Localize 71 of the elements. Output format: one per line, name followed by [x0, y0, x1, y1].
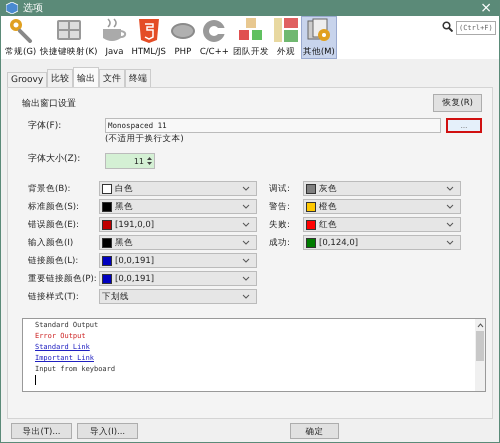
category-button[interactable]: 常规(G) [3, 16, 38, 59]
color-dropdown[interactable]: 黑色 [99, 235, 257, 250]
field-label: 字体(F): [27, 120, 62, 132]
chevron-icon [446, 240, 454, 245]
field-label: 链接样式(T): [27, 290, 80, 302]
chevron-icon [446, 222, 454, 227]
field-label: 背景色(B): [27, 182, 72, 194]
field-label: 重要链接颜色(P): [27, 272, 98, 284]
color-dropdown[interactable]: [0,0,191] [99, 253, 257, 268]
category-button[interactable]: PHP [168, 16, 198, 59]
section-title: 输出窗口设置 [22, 98, 76, 110]
chevron-icon [242, 240, 250, 245]
field-label: 警告: [268, 200, 291, 212]
category-button[interactable]: 外观 [270, 16, 301, 59]
spin-arrows-icon [146, 155, 153, 167]
import-button[interactable]: 导入(I)... [77, 422, 138, 438]
category-button[interactable]: Java [99, 16, 130, 59]
chevron-icon [446, 204, 454, 209]
tab[interactable]: 输出 [73, 67, 100, 87]
text-cursor [35, 375, 36, 385]
chevron-icon [242, 204, 250, 209]
scrollbar-thumb[interactable] [476, 331, 484, 361]
chevron-icon [242, 276, 250, 281]
color-dropdown[interactable]: 灰色 [303, 181, 461, 196]
tab[interactable]: 文件 [99, 69, 126, 87]
tab[interactable]: Groovy [7, 72, 48, 87]
layout-icon [272, 17, 299, 43]
category-button[interactable]: 其他(M) [300, 16, 337, 59]
cup-icon [101, 18, 128, 44]
field-label: 链接颜色(L): [27, 254, 80, 266]
color-dropdown[interactable]: 白色 [99, 181, 257, 196]
keyboard-icon [56, 17, 82, 43]
field-label: 成功: [268, 236, 291, 248]
color-dropdown[interactable]: [191,0,0] [99, 217, 257, 232]
chevron-icon [242, 186, 250, 191]
window-title: 选项 [23, 2, 43, 15]
color-dropdown[interactable]: 红色 [303, 217, 461, 232]
ok-button[interactable]: 确定 [290, 422, 339, 438]
color-dropdown[interactable]: [0,124,0] [303, 235, 461, 250]
category-button[interactable]: 团队开发 [230, 16, 271, 59]
field-label: 失败: [268, 218, 291, 230]
chevron-icon [446, 186, 454, 191]
field-label: 错误颜色(E): [27, 218, 80, 230]
color-dropdown[interactable]: 橙色 [303, 199, 461, 214]
chevron-icon [242, 258, 250, 263]
chevron-icon [242, 294, 250, 299]
scroll-up-icon [476, 323, 484, 328]
restore-button[interactable]: 恢复(R) [433, 94, 482, 112]
field-label: 调试: [268, 182, 291, 194]
cube-icon [6, 2, 18, 14]
tab[interactable]: 终端 [125, 69, 152, 87]
font-size-spinner[interactable]: 11 [105, 153, 155, 169]
chevron-icon [242, 222, 250, 227]
tab[interactable]: 比较 [47, 69, 74, 87]
category-button[interactable]: 快捷键映射(K) [38, 16, 100, 59]
note-text: (不适用于换行文本) [105, 133, 184, 145]
export-button[interactable]: 导出(T)... [11, 422, 72, 438]
style-dropdown[interactable]: 下划线 [99, 289, 257, 304]
field-label: 字体大小(Z): [27, 152, 82, 164]
browse-button[interactable]: ... [446, 118, 482, 133]
search-icon [442, 21, 453, 32]
close-button[interactable]: × [472, 0, 500, 16]
cubes-icon [238, 17, 264, 43]
field-label: 标准颜色(S): [27, 200, 80, 212]
color-dropdown[interactable]: [0,0,191] [99, 271, 257, 286]
field-label: 输入颜色(I) [27, 236, 74, 248]
category-button[interactable]: C/C++ [198, 16, 231, 59]
category-button[interactable]: HTML/JS [129, 16, 168, 59]
color-dropdown[interactable]: 黑色 [99, 199, 257, 214]
cards-gear-icon [306, 17, 332, 43]
scrollbar[interactable] [475, 319, 485, 391]
